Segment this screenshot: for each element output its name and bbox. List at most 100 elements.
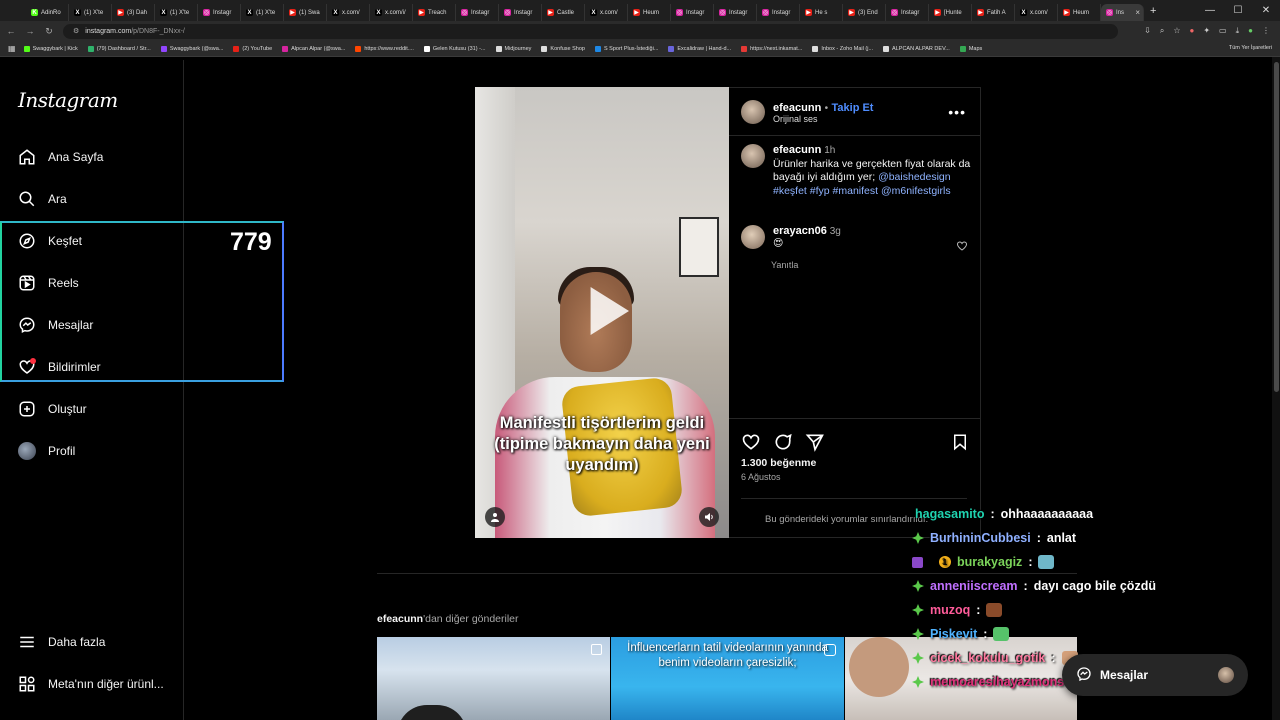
follow-button[interactable]: Takip Et [832, 102, 874, 114]
browser-tab[interactable]: ▶ He s [800, 4, 843, 21]
profile-icon[interactable]: ● [1248, 26, 1253, 36]
new-tab-button[interactable]: + [1150, 5, 1156, 17]
browser-tab[interactable]: ◎ Instagr [499, 4, 542, 21]
browser-tab[interactable]: ◎ Instagr [714, 4, 757, 21]
chat-username[interactable]: burakyagiz [957, 555, 1022, 569]
browser-tab[interactable]: ◎ Instagr [886, 4, 929, 21]
bookmark-item[interactable]: Inbox - Zoho Mail (j... [812, 45, 873, 52]
share-icon[interactable] [805, 432, 825, 455]
browser-tab[interactable]: X (1) X'te [155, 4, 198, 21]
sidebar-item-create[interactable]: Oluştur [18, 400, 87, 418]
comment-icon[interactable] [773, 432, 793, 455]
install-icon[interactable]: ⇩ [1144, 26, 1151, 36]
bookmark-item[interactable]: Midjourney [495, 45, 531, 52]
maximize-button[interactable]: ☐ [1224, 5, 1252, 16]
puzzle-icon[interactable]: ✦ [1203, 26, 1210, 36]
tagged-user-icon[interactable] [485, 507, 505, 527]
bookmark-item[interactable]: https://next.inkamat... [741, 45, 802, 52]
browser-tab[interactable]: ▶ Fatih A [972, 4, 1015, 21]
bookmark-item[interactable]: Swaggybark (@swa... [160, 45, 223, 52]
browser-tab[interactable]: ▶ Treach [413, 4, 456, 21]
browser-tab[interactable]: Xx.com/ [1015, 4, 1058, 21]
post-thumbnail-1[interactable] [377, 637, 610, 720]
post-video[interactable]: Manifestli tişörtlerim geldi (tipime bak… [475, 87, 729, 538]
chat-username[interactable]: hagasamito [915, 507, 984, 521]
bookmark-item[interactable]: https://www.reddit.... [355, 45, 414, 52]
chat-username[interactable]: cicek_kokulu_gotik [930, 651, 1045, 665]
like-count[interactable]: 1.300 beğenme [741, 457, 816, 469]
bookmark-item[interactable]: (2) YouTube [233, 45, 272, 52]
browser-tab[interactable]: Xx.com/ [327, 4, 370, 21]
chat-username[interactable]: memoaresihayazmonster [930, 675, 1080, 689]
instagram-logo[interactable]: Instagram [18, 88, 118, 112]
menu-icon[interactable]: ⋮ [1262, 26, 1270, 36]
browser-tab[interactable]: K AdinRo [26, 4, 69, 21]
post-author-username[interactable]: efeacunn [773, 102, 821, 114]
comment-username[interactable]: erayacn06 [773, 225, 827, 237]
avatar[interactable] [741, 144, 765, 168]
apps-icon[interactable]: ▦ [8, 44, 16, 53]
post-thumbnail-2[interactable]: İnfluencerların tatil videolarının yanın… [611, 637, 844, 720]
avatar[interactable] [741, 100, 765, 124]
messages-popup-button[interactable]: Mesajlar [1062, 654, 1248, 696]
save-icon[interactable] [951, 433, 969, 454]
avatar[interactable] [741, 225, 765, 249]
browser-tab[interactable]: ▶ Heum [1058, 4, 1101, 21]
sidebar-item-home[interactable]: Ana Sayfa [18, 148, 103, 166]
sidebar-item-more[interactable]: Daha fazla [18, 633, 105, 651]
browser-tab[interactable]: ◎ Instagr [757, 4, 800, 21]
bookmark-item[interactable]: Konfuse Shop [541, 45, 585, 52]
audio-label[interactable]: Orijinal ses [773, 114, 873, 124]
bookmark-item[interactable]: S Sport Plus-İstediği... [594, 45, 658, 52]
scrollbar-thumb[interactable] [1274, 62, 1279, 392]
chat-username[interactable]: muzoq [930, 603, 970, 617]
chat-username[interactable]: BurhininCubbesi [930, 531, 1031, 545]
browser-tab[interactable]: ▶ Heum [628, 4, 671, 21]
browser-tab[interactable]: ◎ Instagr [456, 4, 499, 21]
bookmark-star-icon[interactable]: ☆ [1173, 26, 1180, 36]
browser-tab[interactable]: ◎ Instagr [198, 4, 241, 21]
reply-button[interactable]: Yanıtla [771, 260, 798, 270]
more-posts-username[interactable]: efeacunn [377, 613, 423, 625]
bookmark-item[interactable]: (79) Dashboard / Str... [87, 45, 151, 52]
caption-username[interactable]: efeacunn [773, 144, 821, 156]
site-info-icon[interactable]: ⚙ [73, 27, 79, 35]
browser-tab[interactable]: Xx.com/ [585, 4, 628, 21]
sidebar-icon[interactable]: ▭ [1219, 26, 1227, 36]
bookmark-item[interactable]: ALPCAN ALPAR DEV... [883, 45, 950, 52]
browser-tab[interactable]: ▶ (1) Swa [284, 4, 327, 21]
browser-tab[interactable]: Xx.com/i/ [370, 4, 413, 21]
like-icon[interactable] [741, 432, 761, 455]
bookmark-item[interactable]: Swaggybark | Kick [23, 45, 78, 52]
zoom-icon[interactable]: ⌕ [1160, 26, 1164, 36]
back-button[interactable]: ← [3, 26, 19, 36]
bookmark-item[interactable]: Maps [959, 45, 982, 52]
url-input[interactable]: ⚙ instagram.com/p/DN8F-_DNxx-/ [63, 23, 1118, 39]
minimize-button[interactable]: — [1196, 5, 1224, 16]
browser-tab[interactable]: ◎ Ins × [1101, 4, 1144, 21]
browser-tab[interactable]: ▶ (3) End [843, 4, 886, 21]
browser-tab[interactable]: X (1) X'te [241, 4, 284, 21]
all-bookmarks[interactable]: Tüm Yer İşaretleri [1229, 45, 1272, 51]
browser-tab[interactable]: ▶ [Hunte [929, 4, 972, 21]
comment-like-icon[interactable] [956, 240, 968, 255]
browser-tab[interactable]: ▶ Castle [542, 4, 585, 21]
chat-username[interactable]: anneniiscream [930, 579, 1018, 593]
bookmark-item[interactable]: Excalidraw | Hand-d... [668, 45, 731, 52]
forward-button[interactable]: → [22, 26, 38, 36]
sidebar-item-meta[interactable]: Meta'nın diğer ürünl... [18, 675, 164, 693]
browser-tab[interactable]: ▶ (3) Dah [112, 4, 155, 21]
reload-button[interactable]: ↻ [41, 26, 57, 37]
bookmark-item[interactable]: Alpcan Alpar (@swa... [282, 45, 345, 52]
tab-close-icon[interactable]: × [1135, 8, 1140, 17]
sidebar-item-search[interactable]: Ara [18, 190, 67, 208]
browser-tab[interactable]: X (1) X'te [69, 4, 112, 21]
chat-username[interactable]: Piskevit [930, 627, 977, 641]
extension-icon[interactable]: ● [1190, 26, 1195, 36]
download-icon[interactable]: ⤓ [1236, 26, 1240, 36]
browser-tab[interactable]: ◎ Instagr [671, 4, 714, 21]
bookmark-item[interactable]: Gelen Kutusu (31) -... [423, 45, 486, 52]
more-options-icon[interactable]: ••• [948, 104, 966, 120]
mute-icon[interactable] [699, 507, 719, 527]
sidebar-item-profile[interactable]: Profil [18, 442, 75, 460]
